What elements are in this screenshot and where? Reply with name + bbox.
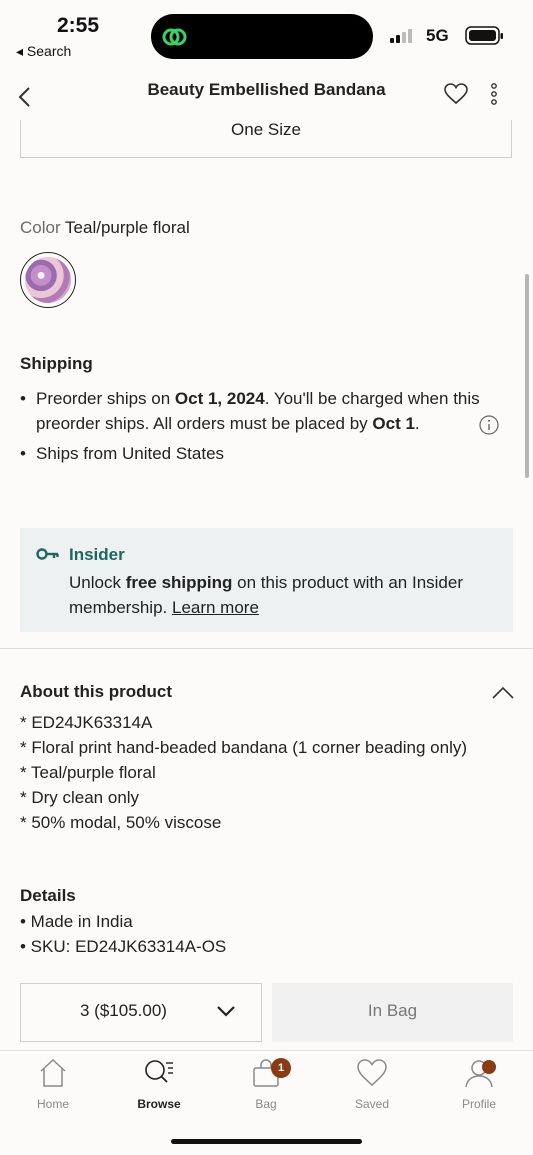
about-line: * ED24JK63314A <box>20 713 153 732</box>
back-to-search-link[interactable]: ◂ Search <box>16 43 71 60</box>
chevron-up-icon[interactable] <box>492 686 514 705</box>
tab-profile-label: Profile <box>461 1097 496 1111</box>
section-divider <box>0 648 533 649</box>
preorder-date: Oct 1, 2024 <box>174 389 265 408</box>
about-line: * Floral print hand-beaded bandana (1 co… <box>20 738 468 757</box>
size-value: One Size <box>231 120 301 139</box>
about-heading[interactable]: About this product <box>20 682 172 702</box>
heart-icon <box>357 1059 387 1087</box>
insider-learn-more-link[interactable]: Learn more <box>172 598 259 617</box>
details-heading: Details <box>20 886 76 905</box>
shipping-heading: Shipping <box>20 354 93 373</box>
home-icon <box>40 1058 66 1087</box>
profile-notification-dot <box>482 1060 496 1074</box>
insider-free-shipping: free shipping <box>125 573 233 592</box>
details-list: • Made in India • SKU: ED24JK63314A-OS <box>20 909 226 959</box>
shipping-preorder-item: Preorder ships on Oct 1, 2024. You'll be… <box>20 386 480 436</box>
quantity-value: 3 ($105.00) <box>80 1001 167 1020</box>
insider-text: Unlock free shipping on this product wit… <box>69 573 463 617</box>
battery-icon <box>465 26 505 51</box>
preorder-deadline: Oct 1 <box>372 414 415 433</box>
tab-home-label: Home <box>36 1097 69 1111</box>
about-list: * ED24JK63314A * Floral print hand-beade… <box>20 710 467 835</box>
scrollbar[interactable] <box>525 274 529 478</box>
favorite-heart-icon[interactable] <box>444 83 468 110</box>
tab-saved-label: Saved <box>354 1097 390 1111</box>
shipping-origin-item: Ships from United States <box>20 441 480 466</box>
chevron-down-icon[interactable] <box>216 1004 236 1023</box>
color-label: Color <box>20 218 61 237</box>
signal-icon <box>390 28 418 49</box>
info-icon[interactable] <box>478 414 500 441</box>
key-icon <box>36 546 60 567</box>
color-row: Color Teal/purple floral <box>20 218 190 238</box>
bag-count-badge: 1 <box>271 1058 291 1078</box>
tabbar-divider <box>0 1050 533 1051</box>
home-indicator[interactable] <box>171 1139 362 1144</box>
tab-browse[interactable]: Browse <box>119 1058 199 1111</box>
more-options-icon[interactable] <box>490 83 498 110</box>
tab-browse-label: Browse <box>137 1097 181 1111</box>
network-label: 5G <box>426 26 449 45</box>
about-line: * Dry clean only <box>20 788 140 807</box>
color-value: Teal/purple floral <box>65 218 190 237</box>
details-line: • Made in India <box>20 912 133 931</box>
tab-saved[interactable]: Saved <box>332 1058 412 1111</box>
size-selector[interactable]: One Size <box>20 120 512 158</box>
color-swatch-teal-purple-floral[interactable] <box>25 257 71 303</box>
insider-title: Insider <box>69 545 125 564</box>
link-app-icon <box>160 24 190 55</box>
tab-bag-label: Bag <box>255 1097 277 1111</box>
tab-bag[interactable]: Bag <box>226 1058 306 1111</box>
status-time: 2:55 <box>57 14 100 37</box>
tab-profile[interactable]: Profile <box>439 1058 519 1111</box>
about-line: * 50% modal, 50% viscose <box>20 813 222 832</box>
details-line: • SKU: ED24JK63314A-OS <box>20 937 227 956</box>
browse-icon <box>145 1060 173 1083</box>
in-bag-label: In Bag <box>367 1001 418 1020</box>
shipping-list: Preorder ships on Oct 1, 2024. You'll be… <box>20 386 480 471</box>
tab-home[interactable]: Home <box>13 1058 93 1111</box>
about-line: * Teal/purple floral <box>20 763 156 782</box>
